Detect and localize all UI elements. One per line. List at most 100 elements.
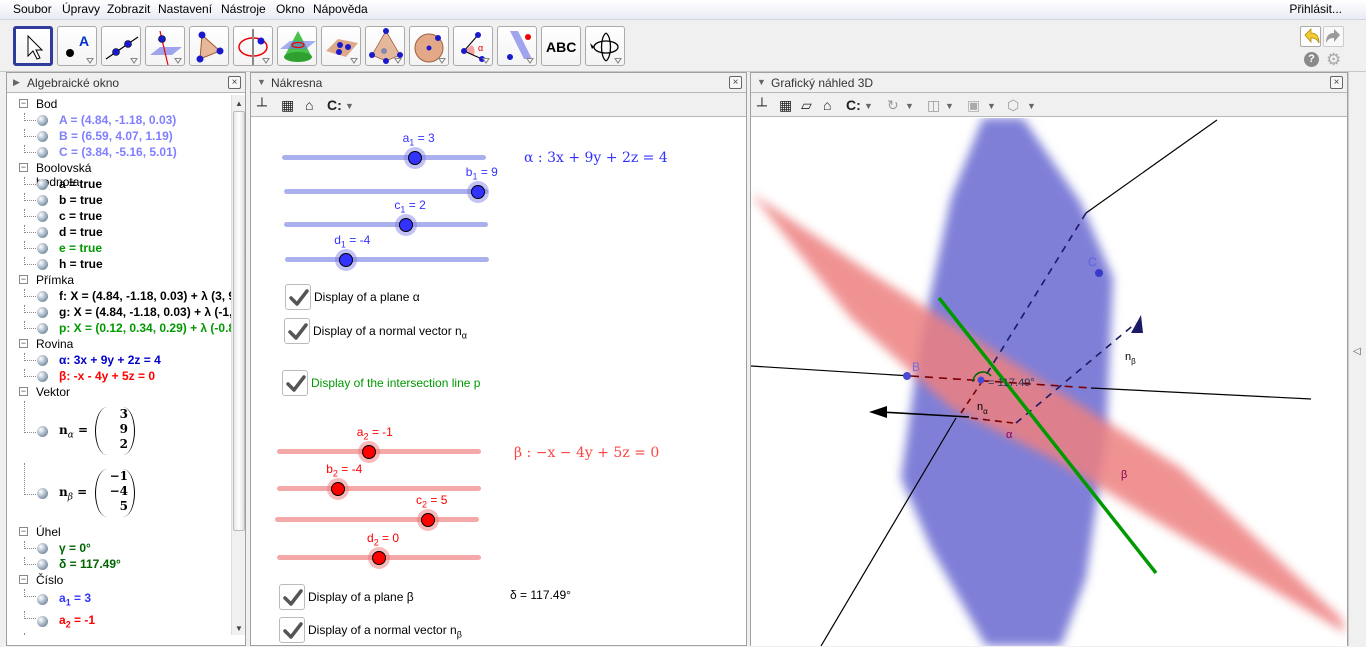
chevron-left-icon[interactable]: ◁ bbox=[1353, 346, 1361, 357]
close-algebra-button[interactable]: × bbox=[228, 76, 241, 89]
checkbox-2[interactable] bbox=[282, 370, 308, 396]
checkbox-label-3[interactable]: Display of a plane β bbox=[308, 590, 414, 604]
sphere-tool-button[interactable] bbox=[409, 26, 449, 66]
axes-icon[interactable]: ┴ bbox=[757, 97, 767, 113]
point-A[interactable] bbox=[977, 376, 985, 384]
point-B[interactable] bbox=[903, 372, 911, 380]
checkbox-0[interactable] bbox=[285, 284, 311, 310]
visibility-toggle-icon[interactable] bbox=[37, 307, 48, 318]
menu-okno[interactable]: Okno bbox=[276, 2, 305, 16]
circle-axis-tool-button[interactable] bbox=[233, 26, 273, 66]
visibility-toggle-icon[interactable] bbox=[37, 259, 48, 270]
scroll-down-icon[interactable]: ▼ bbox=[235, 624, 243, 633]
point-capture-icon[interactable]: C: bbox=[327, 97, 342, 113]
reflect-plane-tool-button[interactable] bbox=[497, 26, 537, 66]
axes-icon[interactable]: ┴ bbox=[257, 97, 267, 113]
visibility-toggle-icon[interactable] bbox=[37, 323, 48, 334]
menu-upravy[interactable]: Úpravy bbox=[62, 2, 100, 16]
slider-d1-track[interactable] bbox=[285, 257, 489, 262]
visibility-toggle-icon[interactable] bbox=[37, 115, 48, 126]
perpendicular-tool-button[interactable] bbox=[145, 26, 185, 66]
expand-icon[interactable]: ▶ bbox=[13, 77, 20, 88]
checkbox-3[interactable] bbox=[279, 584, 305, 610]
close-graphics-button[interactable]: × bbox=[729, 76, 742, 89]
scroll-up-icon[interactable]: ▲ bbox=[235, 99, 243, 108]
slider-c2-track[interactable] bbox=[275, 517, 479, 522]
rotate-icon[interactable]: ↻ bbox=[887, 97, 899, 114]
scroll-thumb[interactable] bbox=[233, 111, 245, 531]
collapse-icon[interactable]: ▼ bbox=[757, 77, 766, 87]
side-panel-toggle[interactable]: ◁ bbox=[1348, 72, 1366, 646]
text-tool-button[interactable]: ABC bbox=[541, 26, 581, 66]
visibility-toggle-icon[interactable] bbox=[37, 211, 48, 222]
visibility-toggle-icon[interactable] bbox=[37, 594, 48, 605]
visibility-toggle-icon[interactable] bbox=[37, 179, 48, 190]
chevron-down-icon[interactable]: ▼ bbox=[905, 101, 914, 111]
visibility-toggle-icon[interactable] bbox=[37, 131, 48, 142]
visibility-toggle-icon[interactable] bbox=[37, 488, 48, 499]
redo-button[interactable] bbox=[1323, 26, 1344, 47]
angle-tool-button[interactable]: α bbox=[453, 26, 493, 66]
pyramid-tool-button[interactable] bbox=[365, 26, 405, 66]
projection-icon[interactable]: ⬡ bbox=[1007, 97, 1019, 114]
point-C[interactable] bbox=[1095, 269, 1103, 277]
checkbox-1[interactable] bbox=[284, 318, 310, 344]
intersect-surfaces-tool-button[interactable] bbox=[277, 26, 317, 66]
checkbox-label-2[interactable]: Display of the intersection line p bbox=[311, 376, 480, 390]
menu-napoveda[interactable]: Nápověda bbox=[313, 2, 368, 16]
chevron-down-icon[interactable]: ▼ bbox=[864, 101, 873, 111]
help-icon[interactable]: ? bbox=[1304, 52, 1319, 67]
visibility-toggle-icon[interactable] bbox=[37, 426, 48, 437]
gear-icon[interactable]: ⚙ bbox=[1326, 50, 1341, 70]
collapse-toggle-icon[interactable]: − bbox=[19, 527, 28, 536]
visibility-toggle-icon[interactable] bbox=[37, 291, 48, 302]
checkbox-label-0[interactable]: Display of a plane α bbox=[314, 290, 420, 304]
visibility-toggle-icon[interactable] bbox=[37, 543, 48, 554]
checkbox-label-1[interactable]: Display of a normal vector nα bbox=[313, 324, 467, 340]
plane-icon[interactable]: ▱ bbox=[801, 97, 812, 114]
visibility-toggle-icon[interactable] bbox=[37, 616, 48, 627]
collapse-toggle-icon[interactable]: − bbox=[19, 575, 28, 584]
collapse-toggle-icon[interactable]: − bbox=[19, 339, 28, 348]
visibility-toggle-icon[interactable] bbox=[37, 243, 48, 254]
collapse-icon[interactable]: ▼ bbox=[257, 77, 266, 87]
slider-a1-track[interactable] bbox=[282, 155, 486, 160]
slider-c1-track[interactable] bbox=[284, 222, 488, 227]
chevron-down-icon[interactable]: ▼ bbox=[945, 101, 954, 111]
menu-nastroje[interactable]: Nástroje bbox=[221, 2, 266, 16]
chevron-down-icon[interactable]: ▼ bbox=[987, 101, 996, 111]
rotate-view-tool-button[interactable] bbox=[585, 26, 625, 66]
visibility-toggle-icon[interactable] bbox=[37, 355, 48, 366]
plane-3points-tool-button[interactable] bbox=[321, 26, 361, 66]
visibility-toggle-icon[interactable] bbox=[37, 195, 48, 206]
checkbox-4[interactable] bbox=[279, 617, 305, 643]
slider-b1-knob[interactable] bbox=[470, 185, 485, 199]
visibility-toggle-icon[interactable] bbox=[37, 227, 48, 238]
undo-button[interactable] bbox=[1300, 26, 1321, 47]
visibility-toggle-icon[interactable] bbox=[37, 147, 48, 158]
slider-d2-knob[interactable] bbox=[372, 551, 386, 565]
slider-c2-knob[interactable] bbox=[421, 513, 435, 527]
home-icon[interactable]: ⌂ bbox=[823, 97, 831, 113]
collapse-toggle-icon[interactable]: − bbox=[19, 163, 28, 172]
graphics-canvas[interactable]: a1 = 3 b1 = 9 c1 = 2 d1 = -4 a2 = -1 b2 = -4 c… bbox=[251, 118, 746, 645]
menu-nastaveni[interactable]: Nastavení bbox=[158, 2, 212, 16]
line-tool-button[interactable] bbox=[101, 26, 141, 66]
clipping-icon[interactable]: ▣ bbox=[967, 97, 980, 114]
slider-b1-track[interactable] bbox=[284, 189, 488, 194]
box-view-icon[interactable]: ◫ bbox=[927, 97, 940, 114]
visibility-toggle-icon[interactable] bbox=[37, 559, 48, 570]
checkbox-label-4[interactable]: Display of a normal vector nβ bbox=[308, 623, 462, 639]
menu-soubor[interactable]: Soubor bbox=[13, 2, 52, 16]
point-tool-button[interactable]: A bbox=[57, 26, 97, 66]
collapse-toggle-icon[interactable]: − bbox=[19, 99, 28, 108]
slider-a2-knob[interactable] bbox=[361, 445, 376, 459]
collapse-toggle-icon[interactable]: − bbox=[19, 387, 28, 396]
login-link[interactable]: Přihlásit... bbox=[1289, 2, 1342, 16]
chevron-down-icon[interactable]: ▼ bbox=[1027, 101, 1036, 111]
algebra-scrollbar[interactable]: ▲ ▼ bbox=[231, 95, 245, 635]
point-capture-icon[interactable]: C: bbox=[846, 97, 861, 113]
slider-b2-track[interactable] bbox=[277, 486, 481, 491]
view3d-canvas[interactable]: B C = 117.49° nα nβ α β bbox=[751, 118, 1347, 646]
grid-icon[interactable]: ▦ bbox=[779, 97, 792, 114]
